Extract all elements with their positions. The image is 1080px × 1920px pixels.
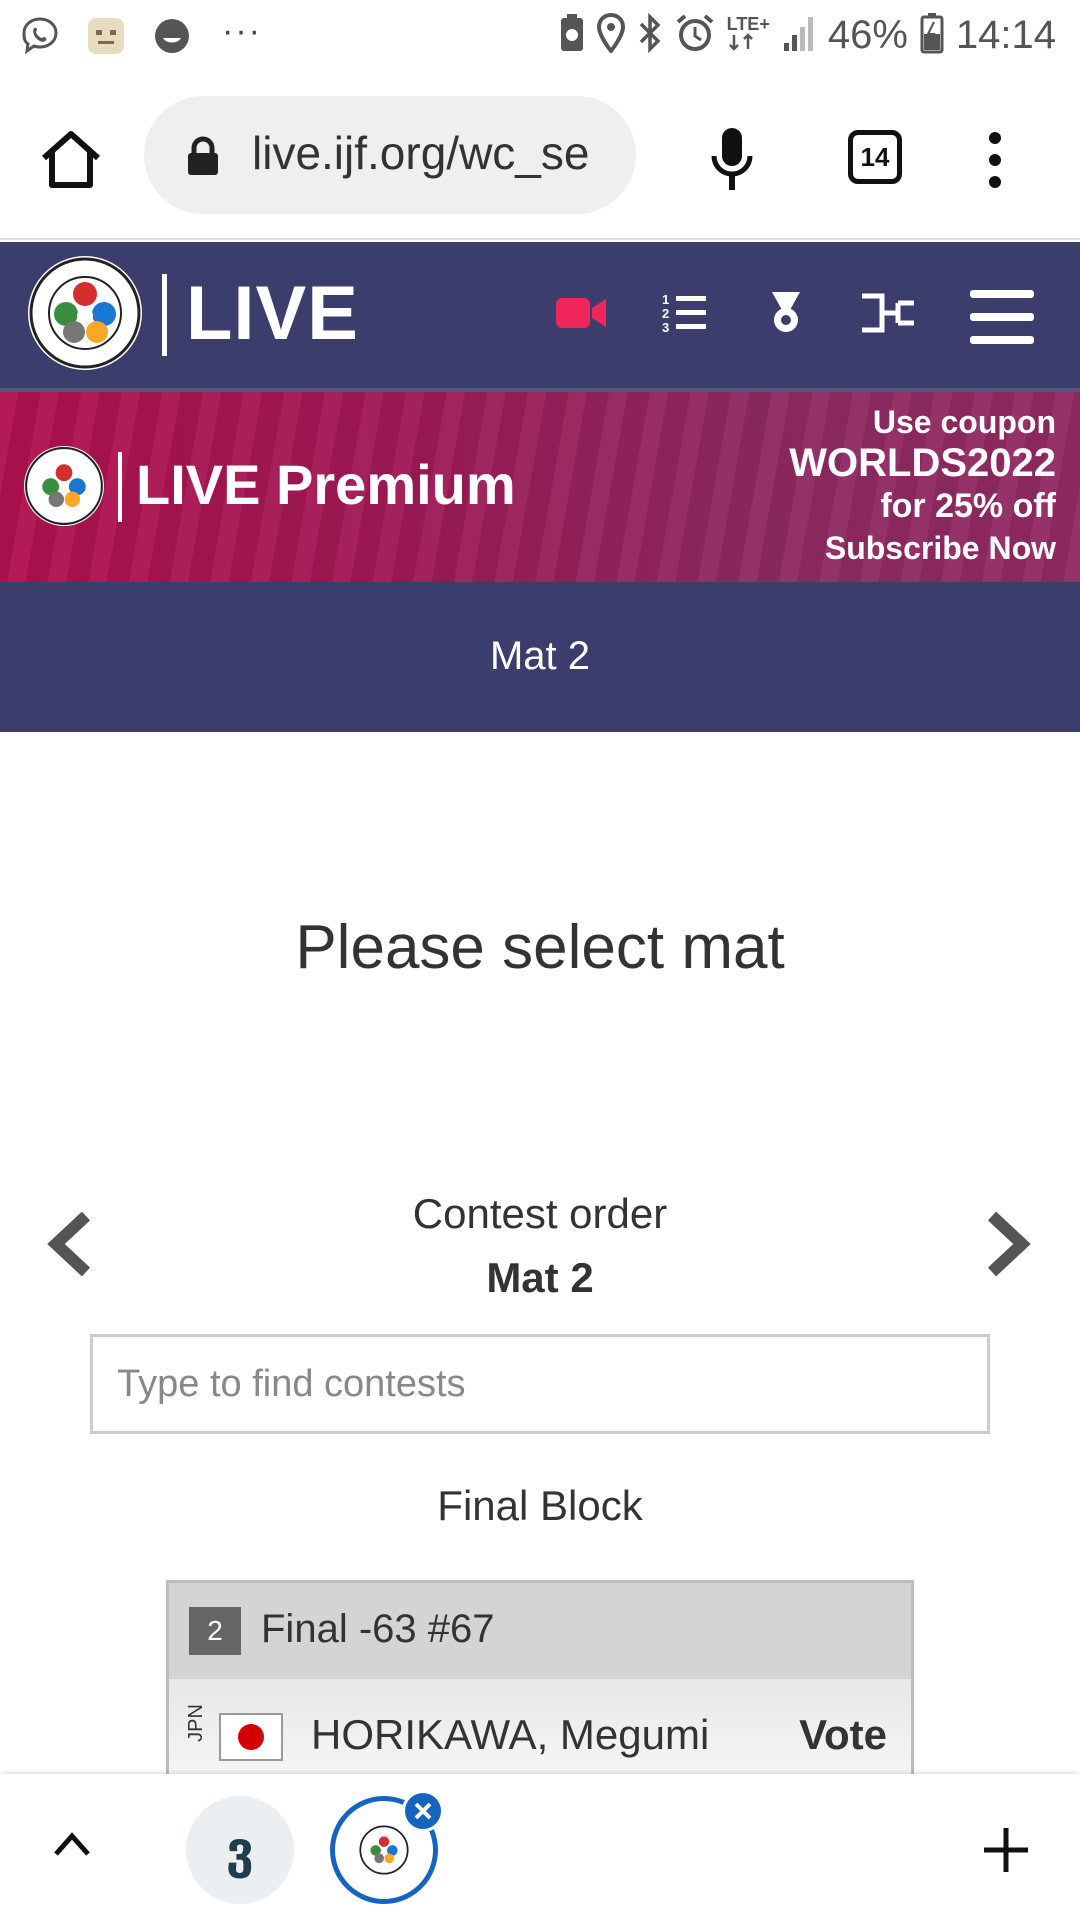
logo-separator bbox=[162, 274, 167, 356]
contest-number-badge: 2 bbox=[189, 1607, 241, 1655]
site-title: LIVE bbox=[186, 271, 359, 356]
ijf-emblem-icon bbox=[25, 447, 103, 525]
ranked-list-icon: 1 2 3 bbox=[662, 292, 706, 335]
tab-count: 14 bbox=[860, 141, 890, 172]
home-icon bbox=[42, 131, 100, 188]
premium-ijf-logo bbox=[24, 446, 104, 526]
battery-icon bbox=[920, 12, 944, 59]
tab-favicon-glyph: ვ bbox=[225, 1822, 255, 1878]
microphone-icon bbox=[711, 128, 753, 190]
ijf-logo[interactable] bbox=[28, 256, 142, 370]
contest-card-header: 2 Final -63 #67 bbox=[169, 1583, 911, 1679]
clock: 14:14 bbox=[955, 13, 1056, 57]
hamburger-menu-icon bbox=[970, 290, 1034, 344]
vote-button[interactable]: Vote bbox=[799, 1711, 887, 1759]
mat-header: Mat 2 bbox=[0, 582, 1080, 732]
url-text: live.ijf.org/wc_se bbox=[252, 127, 590, 179]
bracket-icon bbox=[862, 293, 914, 333]
nav-results-button[interactable]: 1 2 3 bbox=[660, 288, 708, 338]
tab-switcher-button[interactable]: 14 bbox=[848, 130, 902, 184]
coupon-discount: for 25% off bbox=[880, 487, 1056, 525]
battery-percent: 46% bbox=[827, 13, 908, 57]
subscribe-cta: Subscribe Now bbox=[824, 530, 1056, 566]
nav-brackets-button[interactable] bbox=[860, 288, 916, 338]
ijf-emblem-icon bbox=[29, 257, 141, 369]
premium-banner[interactable]: LIVE Premium Use coupon WORLDS2022 for 2… bbox=[0, 392, 1080, 582]
kebab-menu-icon bbox=[989, 132, 1001, 188]
site-header: LIVE 1 2 3 bbox=[0, 242, 1080, 392]
premium-separator bbox=[118, 452, 122, 522]
status-bar: ··· LTE+ 46% 14:14 bbox=[0, 0, 1080, 78]
japan-flag-icon bbox=[219, 1713, 283, 1761]
lte-icon: LTE+ bbox=[727, 15, 770, 56]
medal-icon bbox=[772, 292, 800, 332]
mat-header-title: Mat 2 bbox=[489, 634, 591, 678]
bot-app-icon bbox=[84, 14, 128, 58]
smiley-app-icon bbox=[150, 14, 194, 58]
chevron-right-icon bbox=[987, 1211, 1031, 1277]
lte-label: LTE+ bbox=[726, 14, 770, 34]
block-title: Final Block bbox=[437, 1482, 643, 1529]
athlete-name: HORIKAWA, Megumi bbox=[311, 1711, 710, 1758]
contest-round-label: Final -63 #67 bbox=[261, 1607, 495, 1651]
country-code: JPN bbox=[184, 1704, 207, 1742]
coupon-intro: Use coupon bbox=[872, 404, 1056, 440]
nav-menu-button[interactable] bbox=[968, 288, 1036, 344]
expand-tabs-button[interactable] bbox=[52, 1830, 92, 1858]
contest-card[interactable]: 2 Final -63 #67 JPN HORIKAWA, Megumi Vot… bbox=[166, 1580, 914, 1780]
coupon-promo: Use coupon WORLDS2022 for 25% off Subscr… bbox=[789, 402, 1056, 568]
voice-search-button[interactable] bbox=[710, 126, 754, 194]
status-system: LTE+ 46% 14:14 bbox=[559, 12, 1056, 59]
video-camera-icon bbox=[556, 298, 606, 328]
select-mat-prompt: Please select mat bbox=[295, 913, 785, 982]
alarm-icon bbox=[675, 13, 715, 58]
close-icon bbox=[414, 1802, 432, 1820]
nav-medals-button[interactable] bbox=[766, 288, 806, 338]
premium-title: LIVE Premium bbox=[136, 453, 516, 516]
location-icon bbox=[596, 12, 625, 58]
new-tab-button[interactable] bbox=[982, 1826, 1030, 1874]
battery-saver-icon bbox=[559, 13, 585, 58]
contest-search-input[interactable] bbox=[90, 1334, 990, 1434]
browser-menu-button[interactable] bbox=[985, 130, 1005, 190]
competitor-row: JPN HORIKAWA, Megumi Vote bbox=[169, 1679, 911, 1777]
browser-bottom-bar: ვ bbox=[0, 1774, 1080, 1920]
ijf-emblem-icon bbox=[359, 1825, 409, 1875]
home-button[interactable] bbox=[38, 128, 104, 190]
nav-video-button[interactable] bbox=[554, 288, 608, 338]
contest-order-mat: Mat 2 bbox=[486, 1254, 594, 1301]
svg-text:3: 3 bbox=[662, 320, 669, 335]
contest-order-label: Contest order bbox=[412, 1190, 668, 1237]
viber-icon bbox=[18, 14, 62, 58]
address-bar[interactable]: live.ijf.org/wc_se bbox=[144, 96, 636, 214]
open-tab-thumbnail[interactable]: ვ bbox=[186, 1796, 294, 1904]
browser-toolbar: live.ijf.org/wc_se 14 bbox=[0, 78, 1080, 240]
status-notifications: ··· bbox=[18, 11, 262, 58]
lock-icon bbox=[186, 136, 220, 176]
bluetooth-icon bbox=[637, 12, 663, 58]
chevron-up-icon bbox=[54, 1832, 90, 1856]
next-mat-button[interactable] bbox=[984, 1210, 1032, 1278]
svg-text:1: 1 bbox=[662, 292, 669, 307]
signal-icon bbox=[782, 13, 816, 58]
more-notifications-icon: ··· bbox=[222, 11, 262, 50]
close-tab-button[interactable] bbox=[402, 1790, 444, 1832]
plus-icon bbox=[984, 1828, 1028, 1872]
coupon-code: WORLDS2022 bbox=[789, 441, 1056, 485]
svg-text:2: 2 bbox=[662, 306, 669, 321]
